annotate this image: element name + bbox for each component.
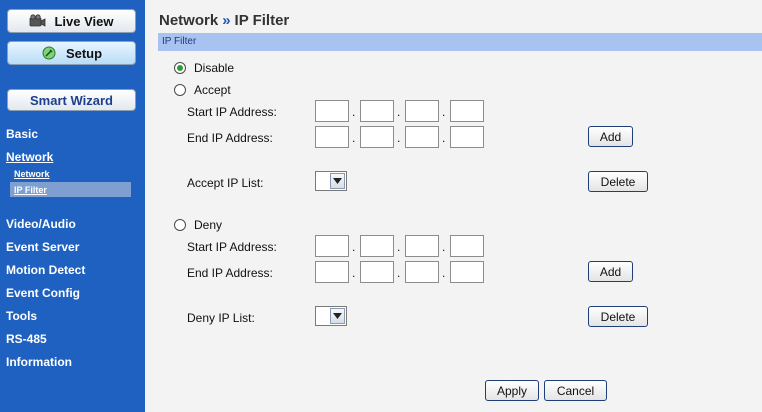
accept-delete-button[interactable]: Delete xyxy=(588,171,648,192)
accept-add-button[interactable]: Add xyxy=(588,126,633,147)
sidebar-subitem-ip-filter[interactable]: IP Filter xyxy=(14,185,47,195)
breadcrumb-separator: » xyxy=(222,12,231,29)
sidebar-item-rs485[interactable]: RS-485 xyxy=(6,332,47,346)
wrench-icon xyxy=(42,46,56,60)
deny-end-ip-octet-4[interactable] xyxy=(450,261,484,283)
disable-label: Disable xyxy=(194,61,235,75)
ip-dot: . xyxy=(397,131,401,145)
accept-label: Accept xyxy=(194,83,231,97)
deny-start-ip-octet-2[interactable] xyxy=(360,235,394,257)
breadcrumb-parent: Network xyxy=(159,12,219,29)
deny-ip-list-label: Deny IP List: xyxy=(187,311,255,325)
cancel-button[interactable]: Cancel xyxy=(544,380,607,401)
sidebar-item-information[interactable]: Information xyxy=(6,355,72,369)
accept-ip-list-select[interactable] xyxy=(315,171,347,191)
breadcrumb-current: IP Filter xyxy=(234,12,290,29)
chevron-down-icon[interactable] xyxy=(330,308,345,324)
ip-dot: . xyxy=(442,240,446,254)
deny-radio[interactable] xyxy=(174,219,186,231)
sidebar-item-event-server[interactable]: Event Server xyxy=(6,240,79,254)
sidebar-item-event-config[interactable]: Event Config xyxy=(6,286,80,300)
sidebar: Live View Setup Smart Wizard Basic Netwo… xyxy=(0,0,145,412)
deny-ip-list-select[interactable] xyxy=(315,306,347,326)
main-content: Network » IP Filter IP Filter Disable Ac… xyxy=(145,0,762,412)
deny-end-ip-octet-2[interactable] xyxy=(360,261,394,283)
accept-start-ip-octet-1[interactable] xyxy=(315,100,349,122)
deny-add-button[interactable]: Add xyxy=(588,261,633,282)
disable-option[interactable]: Disable xyxy=(174,61,234,75)
setup-button[interactable]: Setup xyxy=(7,41,136,65)
deny-start-ip-octet-4[interactable] xyxy=(450,235,484,257)
ip-dot: . xyxy=(442,266,446,280)
ip-dot: . xyxy=(352,240,356,254)
deny-end-ip-octet-3[interactable] xyxy=(405,261,439,283)
accept-start-ip-octet-2[interactable] xyxy=(360,100,394,122)
live-view-button[interactable]: Live View xyxy=(7,9,136,33)
ip-dot: . xyxy=(397,105,401,119)
accept-end-ip-octet-1[interactable] xyxy=(315,126,349,148)
accept-start-ip-octet-4[interactable] xyxy=(450,100,484,122)
deny-option[interactable]: Deny xyxy=(174,218,222,232)
deny-label: Deny xyxy=(194,218,223,232)
chevron-down-icon[interactable] xyxy=(330,173,345,189)
ip-dot: . xyxy=(397,266,401,280)
smart-wizard-button[interactable]: Smart Wizard xyxy=(7,89,136,111)
deny-delete-button[interactable]: Delete xyxy=(588,306,648,327)
camera-icon xyxy=(30,14,46,27)
accept-ip-list-label: Accept IP List: xyxy=(187,176,264,190)
page-title: Network » IP Filter xyxy=(159,12,289,29)
sidebar-item-motion-detect[interactable]: Motion Detect xyxy=(6,263,85,277)
sidebar-item-network[interactable]: Network xyxy=(6,150,53,164)
live-view-label: Live View xyxy=(54,13,114,29)
accept-end-ip-octet-3[interactable] xyxy=(405,126,439,148)
apply-button[interactable]: Apply xyxy=(485,380,539,401)
ip-dot: . xyxy=(442,131,446,145)
deny-start-ip-octet-1[interactable] xyxy=(315,235,349,257)
ip-dot: . xyxy=(397,240,401,254)
sidebar-item-tools[interactable]: Tools xyxy=(6,309,37,323)
ip-dot: . xyxy=(352,131,356,145)
accept-end-ip-octet-2[interactable] xyxy=(360,126,394,148)
accept-radio[interactable] xyxy=(174,84,186,96)
setup-label: Setup xyxy=(65,45,103,61)
accept-end-ip-octet-4[interactable] xyxy=(450,126,484,148)
accept-option[interactable]: Accept xyxy=(174,83,231,97)
ip-dot: . xyxy=(352,266,356,280)
deny-start-ip-label: Start IP Address: xyxy=(187,240,277,254)
deny-start-ip-octet-3[interactable] xyxy=(405,235,439,257)
ip-dot: . xyxy=(442,105,446,119)
sidebar-item-video-audio[interactable]: Video/Audio xyxy=(6,217,76,231)
ip-dot: . xyxy=(352,105,356,119)
sidebar-subitem-network[interactable]: Network xyxy=(14,169,50,179)
deny-end-ip-octet-1[interactable] xyxy=(315,261,349,283)
accept-start-ip-octet-3[interactable] xyxy=(405,100,439,122)
disable-radio[interactable] xyxy=(174,62,186,74)
accept-end-ip-label: End IP Address: xyxy=(187,131,273,145)
accept-start-ip-label: Start IP Address: xyxy=(187,105,277,119)
deny-end-ip-label: End IP Address: xyxy=(187,266,273,280)
smart-wizard-label: Smart Wizard xyxy=(30,92,113,108)
sidebar-item-basic[interactable]: Basic xyxy=(6,127,38,141)
section-header: IP Filter xyxy=(158,33,762,51)
